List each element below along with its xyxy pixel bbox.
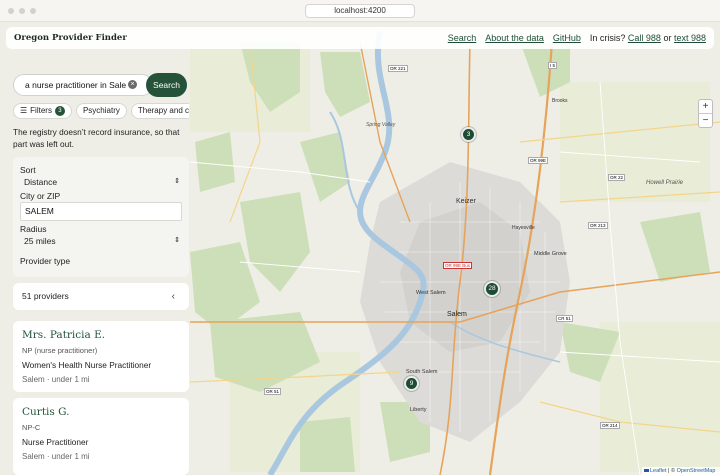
place-label-liberty: Liberty: [410, 407, 427, 413]
leaflet-link[interactable]: Leaflet: [650, 468, 667, 474]
road-shield: OR 51: [264, 388, 282, 395]
updown-chevron-icon: ⇕: [174, 178, 180, 185]
openstreetmap-link[interactable]: OpenStreetMap: [677, 468, 716, 474]
place-label-brooks: Brooks: [552, 98, 568, 104]
provider-credential: NP (nurse practitioner): [22, 346, 98, 355]
road-shield: OR 221: [388, 65, 408, 72]
filter-chips: ☰ Filters 3 Psychiatry Therapy and c: [13, 103, 189, 119]
provider-card[interactable]: Mrs. Patricia E. NP (nurse practitioner)…: [13, 321, 189, 392]
clear-search-icon[interactable]: ×: [128, 80, 137, 89]
road-shield: OR 22: [608, 174, 626, 181]
map-cluster-marker[interactable]: 3: [461, 127, 476, 142]
radius-value: 25 miles: [24, 236, 56, 246]
window-controls[interactable]: [8, 8, 36, 14]
road-shield: OR 213: [588, 222, 608, 229]
road-shield: CR 51: [556, 315, 573, 322]
filters-button[interactable]: ☰ Filters 3: [13, 103, 72, 119]
provider-location: Salem · under 1 mi: [22, 375, 90, 384]
radius-label: Radius: [20, 224, 47, 234]
road-shield: OR 214: [600, 422, 620, 429]
filters-label: Filters: [30, 106, 52, 115]
top-navigation-bar: Oregon Provider Finder Search About the …: [6, 27, 714, 49]
road-shield: OR 99E Bus: [443, 262, 473, 269]
sort-label: Sort: [20, 165, 36, 175]
zoom-out-button[interactable]: −: [699, 114, 712, 128]
provider-type-label[interactable]: Provider type: [20, 256, 182, 266]
browser-chrome: localhost:4200: [0, 0, 720, 22]
sort-select[interactable]: Distance ⇕: [20, 176, 182, 188]
place-label-middle-grove: Middle Grove: [534, 251, 567, 257]
map-cluster-marker[interactable]: 9: [404, 376, 419, 391]
provider-location: Salem · under 1 mi: [22, 452, 90, 461]
search-bar: a nurse practitioner in Sale × Search: [13, 73, 187, 97]
road-shield: OR 99E: [528, 157, 549, 164]
zoom-control: + −: [698, 99, 713, 128]
chevron-left-icon[interactable]: ‹: [172, 283, 175, 310]
place-label-howell-prairie: Howell Prairie: [646, 180, 684, 186]
crisis-notice: In crisis? Call 988 or text 988: [590, 33, 706, 43]
place-label-hayesville: Hayesville: [512, 225, 535, 231]
updown-chevron-icon: ⇕: [174, 237, 180, 244]
address-bar[interactable]: localhost:4200: [305, 4, 415, 18]
place-label-keizer: Keizer: [456, 198, 476, 205]
place-label-south-salem: South Salem: [406, 369, 438, 375]
nav-about-link[interactable]: About the data: [485, 33, 544, 43]
map-attribution: Leaflet | © OpenStreetMap: [642, 467, 720, 475]
text-988-link[interactable]: text 988: [674, 33, 706, 43]
results-count-bar: 51 providers ‹: [13, 283, 189, 310]
app-brand[interactable]: Oregon Provider Finder: [14, 33, 127, 43]
search-button[interactable]: Search: [146, 73, 187, 97]
map-cluster-marker[interactable]: 28: [484, 281, 500, 297]
provider-name[interactable]: Curtis G.: [22, 406, 180, 418]
provider-title: Nurse Practitioner: [22, 437, 89, 447]
attribution-separator: | ©: [668, 468, 676, 474]
filter-panel: Sort Distance ⇕ City or ZIP SALEM Radius…: [13, 157, 189, 277]
provider-title: Women's Health Nurse Practitioner: [22, 360, 152, 370]
chip-psychiatry[interactable]: Psychiatry: [75, 103, 127, 119]
road-shield: I 5: [548, 62, 558, 69]
provider-card[interactable]: Curtis G. NP-C Nurse Practitioner Salem …: [13, 398, 189, 475]
filters-count-badge: 3: [54, 106, 65, 116]
search-interpretation-note: The registry doesn’t record insurance, s…: [13, 127, 180, 149]
city-zip-input[interactable]: SALEM: [20, 202, 182, 221]
radius-select[interactable]: 25 miles ⇕: [20, 235, 182, 247]
place-label-salem: Salem: [447, 311, 467, 318]
place-label-west-salem: West Salem: [416, 290, 446, 296]
nav-search-link[interactable]: Search: [448, 33, 477, 43]
call-988-link[interactable]: Call 988: [628, 33, 661, 43]
crisis-prefix: In crisis?: [589, 33, 626, 43]
place-label-spring-valley: Spring Valley: [366, 122, 396, 128]
main-nav: Search About the data GitHub In crisis? …: [448, 33, 706, 43]
sort-value: Distance: [24, 177, 58, 187]
chip-therapy[interactable]: Therapy and c: [130, 103, 189, 119]
city-label: City or ZIP: [20, 191, 61, 201]
results-count: 51 providers: [22, 291, 69, 301]
provider-credential: NP-C: [22, 423, 41, 432]
flag-icon: [644, 469, 649, 473]
filter-icon: ☰: [20, 106, 28, 115]
provider-name[interactable]: Mrs. Patricia E.: [22, 329, 180, 341]
crisis-or: or: [663, 33, 672, 43]
nav-github-link[interactable]: GitHub: [553, 33, 581, 43]
zoom-in-button[interactable]: +: [699, 100, 712, 114]
